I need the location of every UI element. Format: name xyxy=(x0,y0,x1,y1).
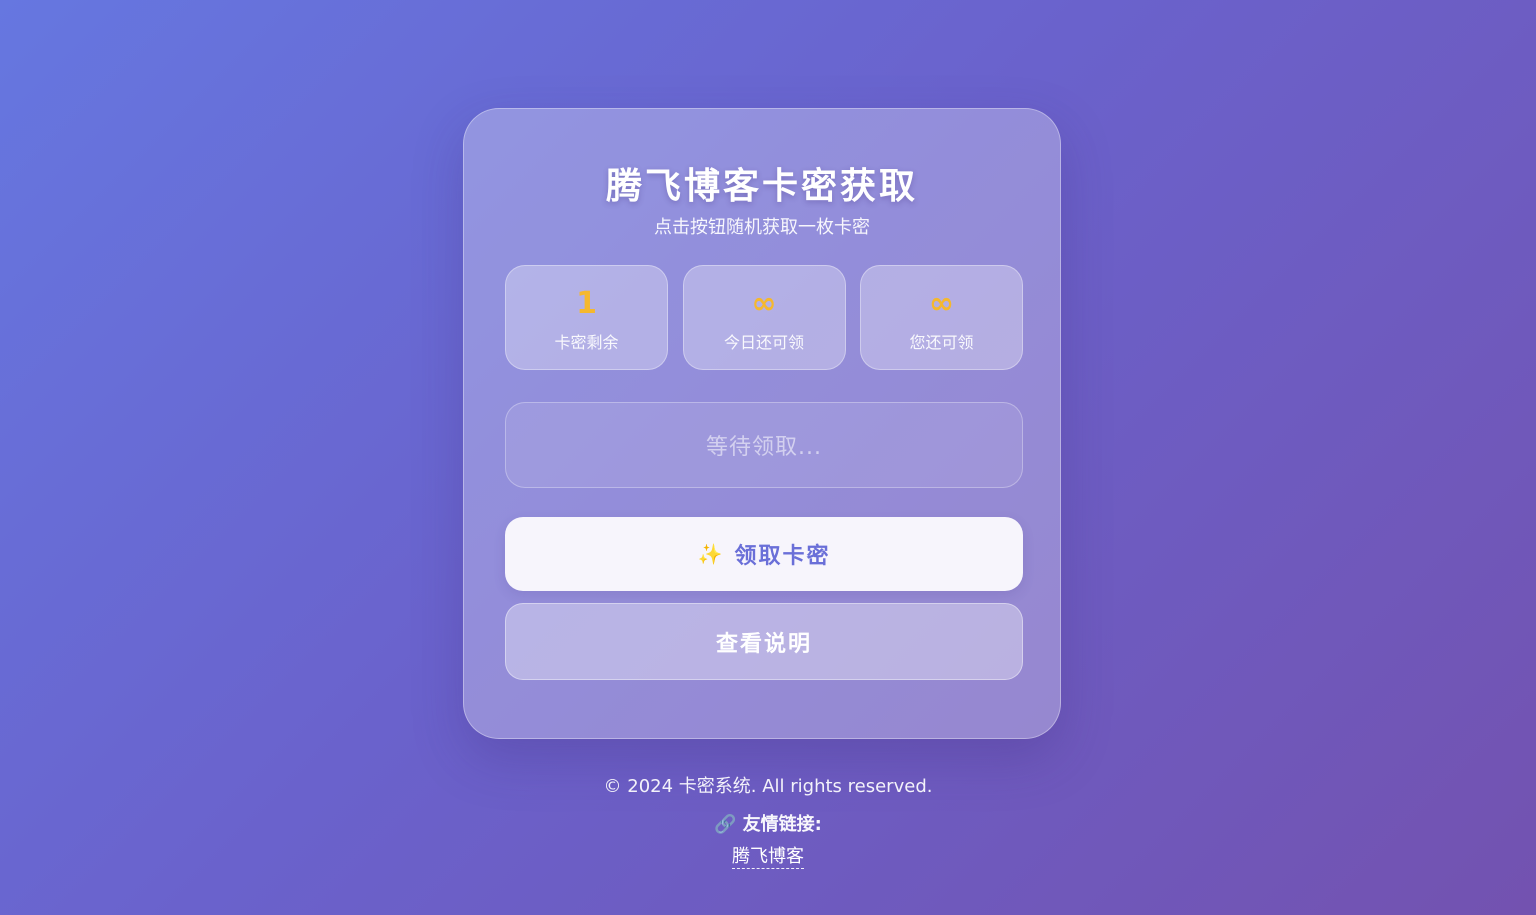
stat-value: ∞ xyxy=(929,286,954,321)
stat-value: ∞ xyxy=(751,286,777,321)
link-icon: 🔗 xyxy=(714,814,737,835)
stat-label: 您还可领 xyxy=(909,333,974,352)
page-subtitle: 点击按钮随机获取一枚卡密 xyxy=(654,217,870,238)
claim-button-label: 领取卡密 xyxy=(734,544,831,569)
view-instructions-button[interactable]: 查看说明 xyxy=(505,603,1023,680)
stat-today-remaining: ∞ 今日还可领 xyxy=(682,265,846,370)
result-placeholder: 等待领取... xyxy=(706,435,822,460)
claim-card-button[interactable]: ✨ 领取卡密 xyxy=(505,517,1023,591)
friend-links-label: 友情链接: xyxy=(742,814,822,835)
friend-links-list: 腾飞博客 xyxy=(0,842,1536,869)
claim-card: 腾飞博客卡密获取 点击按钮随机获取一枚卡密 1 卡密剩余 ∞ 今日还可领 ∞ 您… xyxy=(463,108,1061,739)
stat-user-remaining: ∞ 您还可领 xyxy=(860,265,1023,370)
friend-link-tengfei-blog[interactable]: 腾飞博客 xyxy=(732,846,804,869)
friend-links-title: 🔗 友情链接: xyxy=(0,810,1536,836)
card-key-result: 等待领取... xyxy=(505,402,1023,488)
stat-value: 1 xyxy=(576,286,597,321)
stat-label: 今日还可领 xyxy=(723,333,804,352)
stat-remaining-cards: 1 卡密剩余 xyxy=(505,265,668,370)
instructions-button-label: 查看说明 xyxy=(715,631,812,657)
sparkles-icon: ✨ xyxy=(697,542,725,566)
stats-row: 1 卡密剩余 ∞ 今日还可领 ∞ 您还可领 xyxy=(505,265,1023,370)
page-title: 腾飞博客卡密获取 xyxy=(605,166,918,207)
footer-copyright: © 2024 卡密系统. All rights reserved. xyxy=(603,776,933,797)
stat-label: 卡密剩余 xyxy=(554,333,619,352)
